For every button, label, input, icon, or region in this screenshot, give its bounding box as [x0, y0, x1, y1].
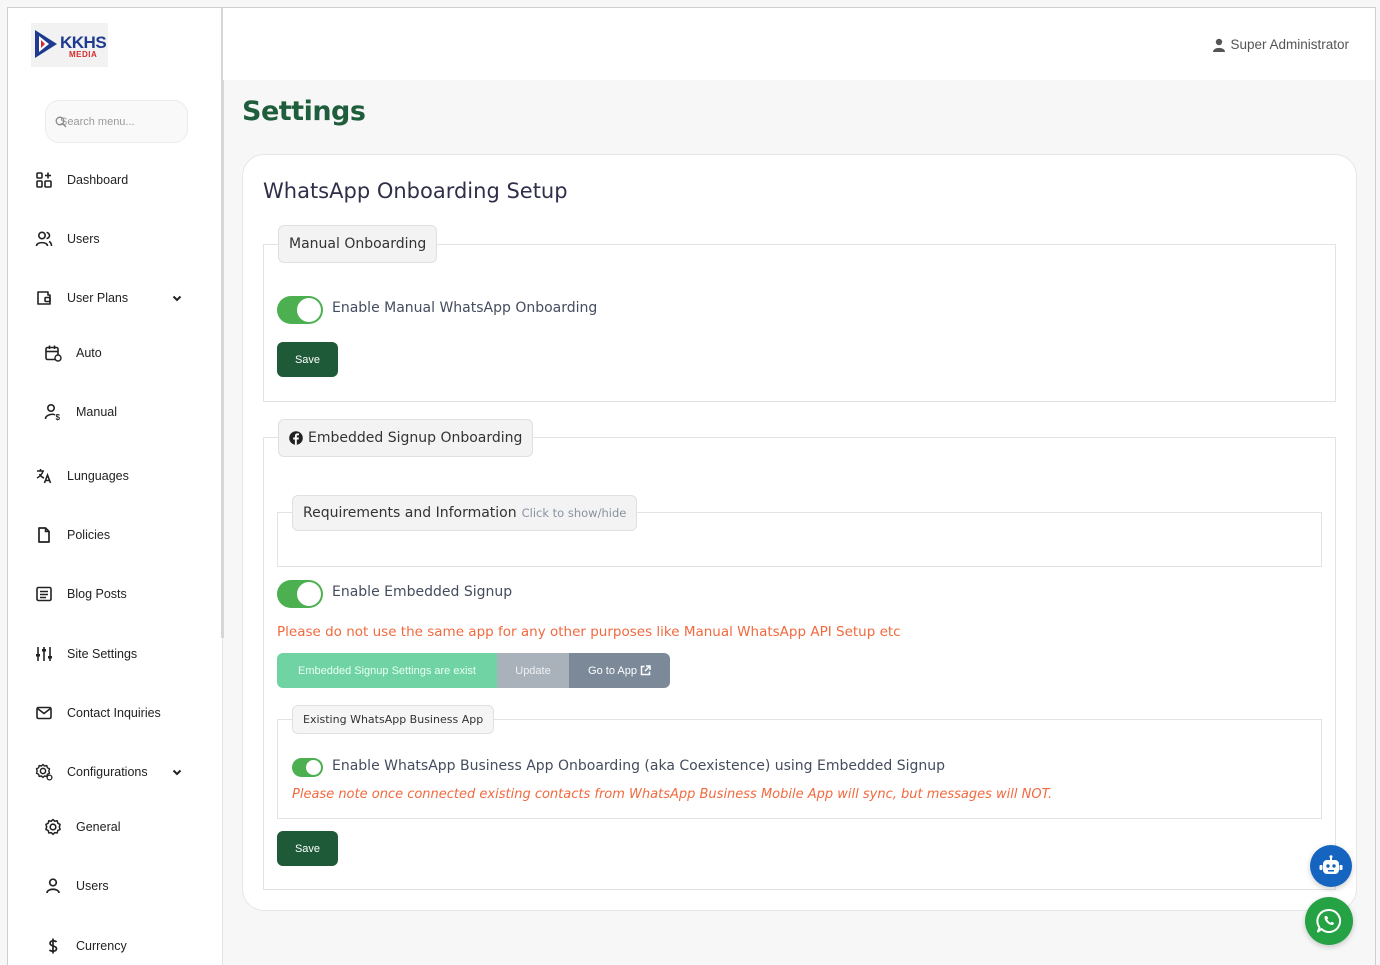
wallet-icon — [34, 288, 54, 308]
sliders-icon — [34, 644, 54, 664]
sidebar-item-blog-posts[interactable]: Blog Posts — [8, 574, 223, 614]
manual-save-button[interactable]: Save — [277, 342, 338, 377]
chevron-down-icon[interactable] — [171, 292, 183, 304]
requirements-legend[interactable]: Requirements and Information Click to sh… — [292, 495, 638, 531]
search-icon — [55, 116, 67, 128]
sidebar-item-label: Blog Posts — [67, 587, 127, 601]
manual-onboarding-toggle[interactable] — [277, 296, 323, 324]
user-dollar-icon: $ — [43, 402, 63, 422]
brand-logo[interactable]: KKHS MEDIA — [31, 23, 108, 67]
search-input[interactable] — [46, 101, 187, 142]
logo-mark-icon — [35, 30, 57, 58]
status-badge: Embedded Signup Settings are exist — [277, 653, 497, 688]
embedded-signup-legend: Embedded Signup Onboarding — [278, 419, 534, 457]
sidebar-item-site-settings[interactable]: Site Settings — [8, 634, 223, 674]
sidebar-item-label: Configurations — [67, 765, 148, 779]
coexistence-label: Enable WhatsApp Business App Onboarding … — [332, 758, 945, 774]
chatbot-button[interactable] — [1310, 845, 1352, 887]
sidebar-item-label: Lunguages — [67, 469, 129, 483]
calendar-repeat-icon — [43, 343, 63, 363]
sidebar-item-label: Site Settings — [67, 647, 138, 661]
sidebar-item-configurations[interactable]: Configurations — [8, 752, 223, 792]
top-bar: Super Administrator — [223, 8, 1375, 80]
chevron-down-icon[interactable] — [171, 766, 183, 778]
translate-icon — [34, 466, 54, 486]
embedded-save-button[interactable]: Save — [277, 831, 338, 866]
sidebar-item-languages[interactable]: Lunguages — [8, 456, 223, 496]
sidebar-item-user-plans[interactable]: User Plans — [8, 278, 223, 318]
facebook-icon — [289, 431, 303, 445]
onboarding-card: WhatsApp Onboarding Setup Manual Onboard… — [242, 154, 1357, 911]
user-name: Super Administrator — [1230, 37, 1349, 52]
user-icon — [1213, 38, 1226, 52]
coexistence-note: Please note once connected existing cont… — [292, 787, 1053, 802]
user-icon — [43, 876, 63, 896]
app-window: KKHS MEDIA Dashboard Users — [7, 7, 1376, 965]
embedded-actions: Embedded Signup Settings are exist Updat… — [277, 653, 670, 688]
sidebar-item-policies[interactable]: Policies — [8, 515, 223, 555]
embedded-signup-warning: Please do not use the same app for any o… — [277, 624, 901, 640]
sidebar-item-config-users[interactable]: Users — [8, 866, 223, 906]
page-title: Settings — [242, 96, 366, 127]
dashboard-icon — [34, 170, 54, 190]
svg-text:$: $ — [56, 413, 61, 421]
dollar-icon — [43, 936, 63, 956]
sidebar-item-label: Manual — [76, 405, 117, 419]
sidebar-item-dashboard[interactable]: Dashboard — [8, 160, 223, 200]
manual-onboarding-legend: Manual Onboarding — [278, 225, 438, 263]
sidebar-item-label: Auto — [76, 346, 102, 360]
existing-app-legend: Existing WhatsApp Business App — [292, 705, 495, 734]
embedded-signup-label: Enable Embedded Signup — [332, 584, 513, 600]
coexistence-toggle[interactable] — [292, 758, 323, 777]
sidebar-item-currency[interactable]: Currency — [8, 926, 223, 965]
whatsapp-button[interactable] — [1305, 897, 1353, 945]
sidebar-item-contact-inquiries[interactable]: Contact Inquiries — [8, 693, 223, 733]
sidebar-item-label: Dashboard — [67, 173, 129, 187]
users-icon — [34, 229, 54, 249]
requirements-title: Requirements and Information — [303, 505, 517, 521]
go-to-app-button[interactable]: Go to App — [569, 653, 670, 688]
embedded-signup-legend-text: Embedded Signup Onboarding — [308, 430, 523, 446]
gear-icon — [43, 817, 63, 837]
update-button[interactable]: Update — [497, 653, 569, 688]
manual-onboarding-section — [263, 244, 1336, 402]
mail-icon — [34, 703, 54, 723]
sidebar-item-label: User Plans — [67, 291, 129, 305]
sidebar-item-label: General — [76, 820, 121, 834]
go-to-app-label: Go to App — [588, 664, 637, 677]
sidebar-item-general[interactable]: General — [8, 807, 223, 847]
settings-cog-icon — [34, 762, 54, 782]
embedded-signup-toggle[interactable] — [277, 580, 323, 608]
card-title: WhatsApp Onboarding Setup — [263, 179, 568, 203]
whatsapp-icon — [1316, 908, 1341, 933]
sidebar-item-label: Policies — [67, 528, 111, 542]
sidebar-item-label: Users — [67, 232, 100, 246]
article-icon — [34, 584, 54, 604]
file-icon — [34, 525, 54, 545]
sidebar-item-label: Currency — [76, 939, 127, 953]
sidebar-item-users[interactable]: Users — [8, 219, 223, 259]
sidebar-item-label: Users — [76, 879, 109, 893]
sidebar-item-manual[interactable]: $ Manual — [8, 392, 223, 432]
robot-icon — [1319, 855, 1343, 874]
manual-onboarding-label: Enable Manual WhatsApp Onboarding — [332, 300, 598, 316]
sidebar-item-auto[interactable]: Auto — [8, 333, 223, 373]
sidebar-item-label: Contact Inquiries — [67, 706, 161, 720]
external-link-icon — [640, 665, 651, 676]
logo-subtext: MEDIA — [69, 50, 98, 59]
sidebar: KKHS MEDIA Dashboard Users — [8, 8, 224, 965]
user-menu[interactable]: Super Administrator — [1212, 37, 1349, 52]
sidebar-search — [45, 100, 188, 143]
requirements-hint: Click to show/hide — [521, 506, 627, 520]
